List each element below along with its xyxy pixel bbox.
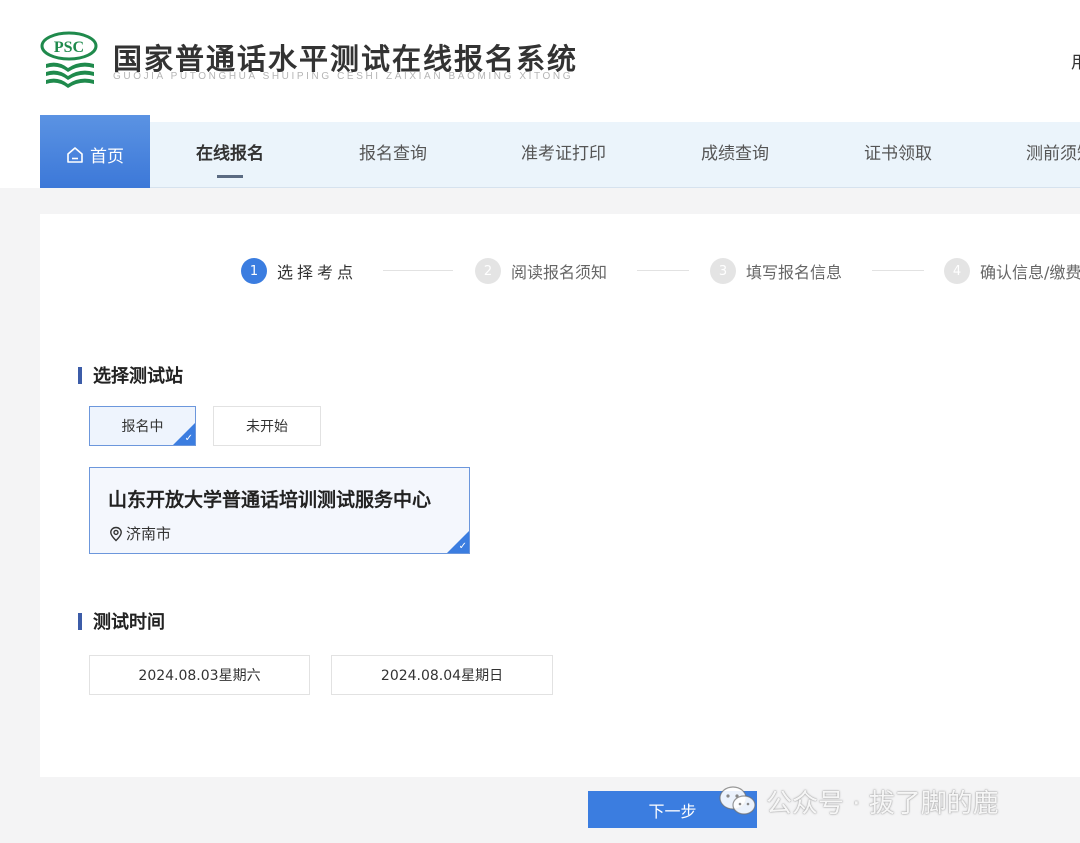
nav-score-query[interactable]: 成绩查询 bbox=[701, 122, 769, 188]
test-site-city: 济南市 bbox=[126, 525, 172, 543]
test-site-location: 济南市 bbox=[108, 523, 171, 544]
step-2: 2 阅读报名须知 bbox=[475, 258, 607, 284]
nav-certificate[interactable]: 证书领取 bbox=[864, 122, 932, 188]
step-1-number: 1 bbox=[241, 258, 267, 284]
location-pin-icon bbox=[110, 526, 122, 541]
nav-test-notice[interactable]: 测前须知 bbox=[1026, 122, 1080, 188]
filter-registering-button[interactable]: 报名中 ✓ bbox=[89, 406, 196, 446]
check-icon: ✓ bbox=[458, 541, 467, 552]
filter-not-started-button[interactable]: 未开始 bbox=[213, 406, 321, 446]
nav-registration-query[interactable]: 报名查询 bbox=[359, 122, 427, 188]
wechat-icon bbox=[719, 786, 756, 815]
test-site-name: 山东开放大学普通话培训测试服务中心 bbox=[108, 489, 432, 511]
home-icon bbox=[67, 146, 83, 163]
station-section-title: 选择测试站 bbox=[78, 362, 183, 388]
step-divider bbox=[872, 270, 924, 271]
filter-registering-label: 报名中 bbox=[121, 419, 164, 435]
step-4-number: 4 bbox=[944, 258, 970, 284]
user-link[interactable]: 用 bbox=[1071, 48, 1080, 73]
nav-home-label: 首页 bbox=[90, 147, 124, 167]
step-3-number: 3 bbox=[710, 258, 736, 284]
nav-online-registration[interactable]: 在线报名 bbox=[196, 122, 264, 188]
step-divider bbox=[637, 270, 689, 271]
main-nav: 首页 在线报名 报名查询 准考证打印 成绩查询 证书领取 测前须知 bbox=[40, 115, 1080, 188]
site-subtitle: GUOJIA PUTONGHUA SHUIPING CESHI ZAIXIAN … bbox=[113, 71, 574, 82]
step-1: 1 选择考点 bbox=[241, 258, 357, 284]
station-section-label: 选择测试站 bbox=[93, 366, 183, 387]
date-option-1[interactable]: 2024.08.03星期六 bbox=[89, 655, 310, 695]
step-divider bbox=[383, 270, 453, 271]
check-icon: ✓ bbox=[184, 433, 193, 444]
nav-home[interactable]: 首页 bbox=[40, 115, 150, 188]
watermark-text: 公众号 · 拔了脚的鹿 bbox=[766, 788, 999, 819]
section-bar bbox=[78, 613, 82, 630]
step-4-label: 确认信息/缴费 bbox=[980, 263, 1080, 282]
step-2-label: 阅读报名须知 bbox=[511, 263, 608, 282]
watermark: 公众号 · 拔了脚的鹿 bbox=[718, 782, 999, 820]
section-bar bbox=[78, 367, 82, 384]
psc-logo: PSC bbox=[40, 31, 98, 88]
step-3-label: 填写报名信息 bbox=[746, 263, 843, 282]
time-section-label: 测试时间 bbox=[93, 612, 165, 633]
step-1-label: 选择考点 bbox=[277, 263, 358, 282]
filter-not-started-label: 未开始 bbox=[246, 419, 288, 435]
date-option-2[interactable]: 2024.08.04星期日 bbox=[331, 655, 553, 695]
nav-admission-ticket[interactable]: 准考证打印 bbox=[521, 122, 606, 188]
logo-text: PSC bbox=[54, 39, 84, 56]
step-3: 3 填写报名信息 bbox=[710, 258, 842, 284]
test-site-card[interactable]: 山东开放大学普通话培训测试服务中心 济南市 ✓ bbox=[89, 467, 470, 554]
step-4: 4 确认信息/缴费 bbox=[944, 258, 1080, 284]
step-2-number: 2 bbox=[475, 258, 501, 284]
time-section-title: 测试时间 bbox=[78, 608, 165, 634]
